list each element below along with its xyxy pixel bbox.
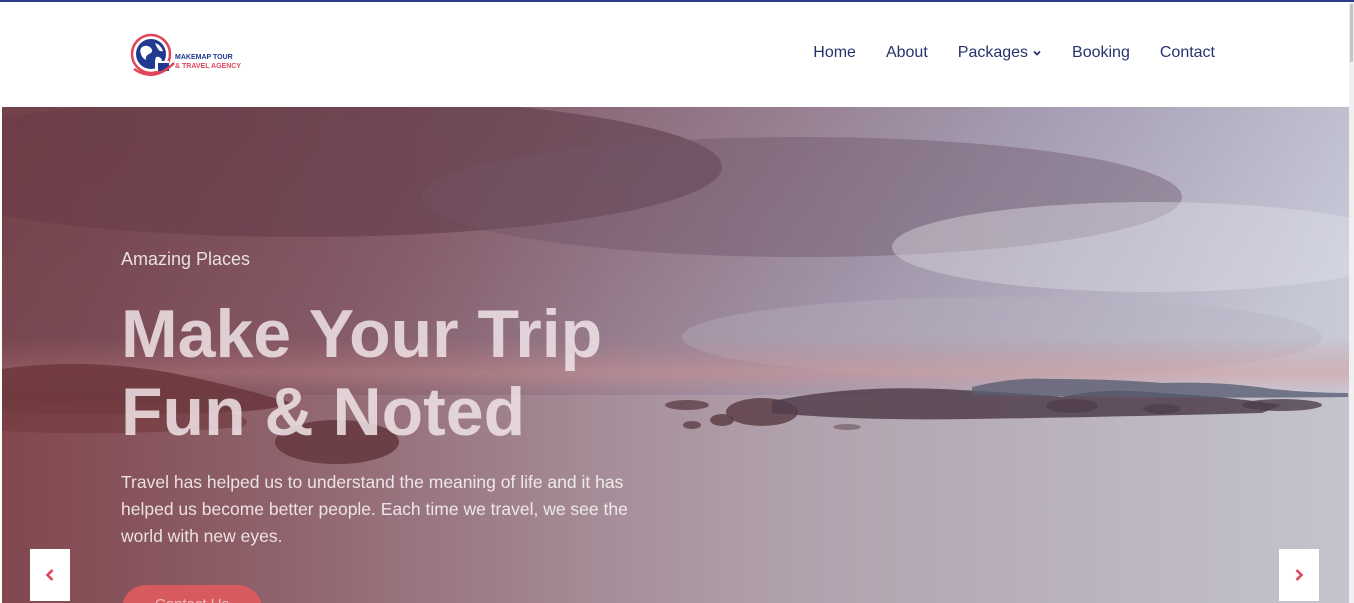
scrollbar-thumb[interactable] [1350, 4, 1353, 62]
slider-prev-button[interactable] [30, 549, 70, 601]
nav-contact[interactable]: Contact [1160, 44, 1215, 62]
hero-cta-button[interactable]: Contact Us [122, 585, 262, 603]
brand-logo[interactable]: MAKEMAP TOUR & TRAVEL AGENCY [128, 29, 248, 83]
hero-title-line1: Make Your Trip [121, 296, 603, 372]
brand-name-line2: & TRAVEL AGENCY [175, 63, 241, 70]
chevron-down-icon [1033, 50, 1041, 56]
page: MAKEMAP TOUR & TRAVEL AGENCY Home About … [0, 0, 1354, 603]
brand-name-line1: MAKEMAP TOUR [175, 54, 233, 61]
nav-packages-label: Packages [957, 44, 1029, 61]
hero-subtitle: Amazing Places [121, 249, 251, 269]
slider-next-button[interactable] [1279, 549, 1319, 601]
brand-name: MAKEMAP TOUR & TRAVEL AGENCY [175, 53, 241, 71]
nav-about[interactable]: About [886, 44, 928, 62]
nav-booking[interactable]: Booking [1072, 44, 1130, 62]
main-nav: Home About Packages Booking Contact [783, 44, 1215, 62]
site-header: MAKEMAP TOUR & TRAVEL AGENCY Home About … [0, 2, 1349, 107]
hero-slider: Amazing Places Make Your Trip Fun & Note… [2, 107, 1349, 603]
globe-logo-icon [130, 33, 175, 76]
hero-title-line2: Fun & Noted [121, 374, 526, 450]
hero-description: Travel has helped us to understand the m… [121, 472, 628, 546]
nav-packages[interactable]: Packages [958, 44, 1042, 62]
chevron-left-icon [45, 569, 54, 581]
chevron-right-icon [1295, 569, 1304, 581]
nav-home[interactable]: Home [813, 44, 856, 62]
page-scrollbar[interactable] [1349, 2, 1354, 603]
hero-title: Make Your Trip Fun & Noted [121, 295, 761, 451]
